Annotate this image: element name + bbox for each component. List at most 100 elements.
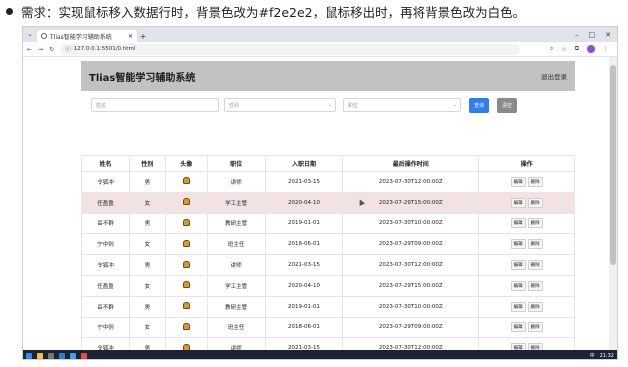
cell-name: 任盈盈: [81, 191, 130, 214]
tab-menu-icon[interactable]: ⌄: [23, 27, 37, 42]
job-select[interactable]: 职位 ⌄: [343, 98, 461, 112]
reload-icon[interactable]: ↻: [49, 46, 54, 53]
cell-gender: 女: [128, 233, 166, 256]
page-scrollbar[interactable]: [609, 57, 617, 350]
cell-actions: 编辑删除: [478, 274, 575, 297]
app-header: Tlias智能学习辅助系统 退出登录: [81, 61, 575, 91]
query-button[interactable]: 查询: [469, 98, 489, 113]
header-actions: 操作: [478, 155, 575, 172]
app-title: Tlias智能学习辅助系统: [89, 72, 196, 84]
close-window-icon[interactable]: ✕: [605, 31, 611, 39]
start-icon[interactable]: [26, 352, 32, 359]
app-icon[interactable]: [48, 352, 54, 359]
table-row[interactable]: 岳不群男教研主管 2019-01-01 2023-07-30T10:00:00Z 编辑…: [81, 212, 575, 235]
requirement-line: 需求：实现鼠标移入数据行时，背景色改为#f2e2e2，鼠标移出时，再将背景色改为…: [0, 0, 628, 22]
delete-button[interactable]: 删除: [527, 322, 543, 333]
table-row[interactable]: 宁中则女班主任 2018-06-01 2023-07-29T09:00:00Z 编辑删…: [81, 316, 575, 339]
menu-kebab-icon[interactable]: ⋮: [603, 46, 609, 53]
zoom-icon[interactable]: ⌕: [550, 45, 553, 53]
table-row[interactable]: 令狐冲男讲师2021-03-152023-07-30T12:00:00Z编辑删除: [81, 254, 575, 276]
delete-button[interactable]: 删除: [527, 197, 543, 208]
table-header-row: 姓名 性别 头像 职位 入职日期 最后操作时间 操作: [81, 155, 575, 172]
clock: 21:32: [599, 352, 614, 359]
forward-icon[interactable]: →: [38, 46, 43, 53]
table-row[interactable]: 任盈盈女学工主管2020-04-102023-07-29T15:00:00Z编辑…: [81, 274, 575, 297]
cell-actions: 编辑删除: [478, 191, 575, 214]
new-tab-icon[interactable]: +: [137, 30, 149, 42]
cell-actions: 编辑删除: [478, 316, 575, 339]
delete-button[interactable]: 删除: [527, 239, 543, 250]
maximize-icon[interactable]: □: [589, 31, 596, 39]
cell-entry-date: 2021-03-15: [264, 254, 344, 276]
cell-avatar: [164, 191, 208, 214]
clear-button[interactable]: 清空: [497, 98, 517, 113]
tab-title: Tlias智能学习辅助系统: [50, 33, 112, 41]
cell-actions: 编辑删除: [478, 254, 575, 276]
browser-window: ⌄ Tlias智能学习辅助系统 ✕ + – □ ✕ ← → ↻ ⓘ 127.0.…: [22, 26, 618, 360]
table-row[interactable]: 任盈盈女学工主管2020-04-102023-07-29T15:00:00Z编辑…: [81, 191, 575, 214]
browser-tab[interactable]: Tlias智能学习辅助系统 ✕: [37, 30, 137, 42]
cell-avatar: [164, 274, 208, 297]
delete-button[interactable]: 删除: [527, 301, 543, 312]
page-viewport: Tlias智能学习辅助系统 退出登录 姓名 性别 ⌄ 职位 ⌄ 查询 清空 姓名…: [23, 57, 617, 359]
cell-job: 班主任: [206, 233, 266, 256]
cell-last-op: 2023-07-30T12:00:00Z: [342, 254, 480, 276]
toolbar-actions: ⌕ ☆ ⧉ ⋮: [550, 45, 617, 53]
delete-button[interactable]: 删除: [527, 280, 543, 291]
delete-button[interactable]: 删除: [527, 260, 543, 271]
edit-button[interactable]: 编辑: [510, 176, 526, 187]
cell-entry-date: 2021-03-15: [264, 171, 344, 193]
gender-select[interactable]: 性别 ⌄: [224, 98, 336, 112]
cell-entry-date: 2019-01-01: [264, 212, 344, 235]
chevron-down-icon: ⌄: [327, 102, 332, 108]
cell-job: 班主任: [206, 316, 266, 339]
table-row[interactable]: 宁中则女班主任 2018-06-01 2023-07-29T09:00:00Z 编辑删…: [81, 233, 575, 256]
edit-button[interactable]: 编辑: [510, 197, 526, 208]
address-bar-row: ← → ↻ ⓘ 127.0.0.1:5501/0.html ⌕ ☆ ⧉ ⋮: [23, 42, 617, 57]
cell-gender: 女: [128, 316, 166, 339]
cell-name: 任盈盈: [81, 274, 130, 297]
delete-button[interactable]: 删除: [527, 218, 543, 229]
avatar-icon: [182, 198, 190, 206]
avatar-icon: [182, 281, 190, 289]
cell-avatar: [164, 295, 208, 318]
cell-gender: 女: [128, 191, 166, 214]
logout-link[interactable]: 退出登录: [541, 71, 567, 81]
edit-button[interactable]: 编辑: [510, 301, 526, 312]
app-container: Tlias智能学习辅助系统 退出登录 姓名 性别 ⌄ 职位 ⌄ 查询 清空: [81, 61, 575, 119]
edge-icon[interactable]: [70, 352, 76, 359]
cell-entry-date: 2018-06-01: [264, 233, 344, 256]
employee-table: 姓名 性别 头像 职位 入职日期 最后操作时间 操作 令狐冲男讲师 2021-03…: [81, 155, 575, 359]
ime-indicator[interactable]: 中: [590, 352, 595, 359]
cell-avatar: [164, 212, 208, 235]
tab-bar: ⌄ Tlias智能学习辅助系统 ✕ + – □ ✕: [23, 27, 617, 42]
edit-button[interactable]: 编辑: [510, 280, 526, 291]
table-row[interactable]: 岳不群男教研主管 2019-01-01 2023-07-30T10:00:00Z 编辑…: [81, 295, 575, 318]
edit-button[interactable]: 编辑: [510, 322, 526, 333]
cell-avatar: [164, 171, 208, 193]
page-favicon-icon: [41, 33, 47, 39]
cell-actions: 编辑删除: [478, 171, 575, 193]
header-name: 姓名: [81, 155, 130, 172]
bookmark-star-icon[interactable]: ☆: [561, 46, 566, 53]
explorer-icon[interactable]: [37, 352, 43, 359]
chrome-icon[interactable]: [81, 352, 87, 359]
cell-name: 宁中则: [81, 233, 130, 256]
gender-placeholder: 性别: [229, 102, 240, 109]
minimize-icon[interactable]: –: [575, 31, 579, 39]
avatar-icon: [182, 239, 190, 247]
info-icon[interactable]: ⓘ: [65, 45, 71, 53]
edit-button[interactable]: 编辑: [510, 218, 526, 229]
vscode-icon[interactable]: [59, 352, 65, 359]
close-tab-icon[interactable]: ✕: [128, 33, 133, 40]
edit-button[interactable]: 编辑: [510, 239, 526, 250]
delete-button[interactable]: 删除: [527, 176, 543, 187]
url-field[interactable]: ⓘ 127.0.0.1:5501/0.html: [60, 43, 521, 55]
profile-avatar-icon[interactable]: [587, 45, 595, 53]
table-row[interactable]: 令狐冲男讲师2021-03-152023-07-30T12:00:00Z编辑删除: [81, 171, 575, 193]
edit-button[interactable]: 编辑: [510, 260, 526, 271]
scrollbar-thumb[interactable]: [610, 65, 616, 265]
name-input[interactable]: 姓名: [91, 98, 219, 112]
extensions-icon[interactable]: ⧉: [575, 45, 579, 53]
back-icon[interactable]: ←: [27, 46, 32, 53]
